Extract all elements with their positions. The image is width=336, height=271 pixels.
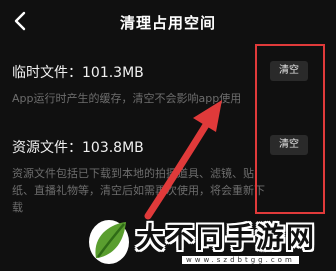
- leaf-logo-icon: [89, 220, 129, 264]
- watermark-url: www.szdbtgg.com: [182, 256, 299, 264]
- watermark-brand: 大不同手游网: [136, 221, 317, 254]
- watermark: 大不同手游网 www.szdbtgg.com: [86, 210, 336, 271]
